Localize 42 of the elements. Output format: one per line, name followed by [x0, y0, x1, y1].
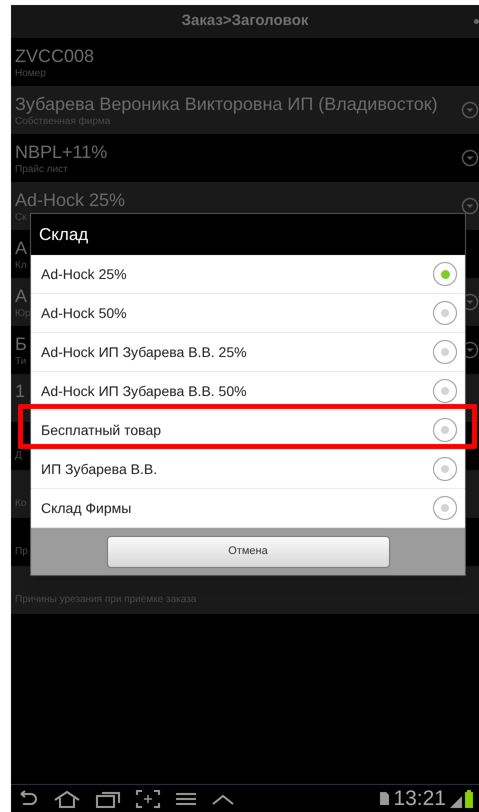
option-label: Бесплатный товар	[41, 420, 162, 440]
option-label: Ad-Hock ИП Зубарева В.В. 50%	[41, 382, 248, 401]
field-value: 1	[15, 380, 26, 402]
radio-button[interactable]	[433, 379, 457, 403]
radio-button[interactable]	[433, 496, 457, 520]
option-label: Ad-Hock ИП Зубарева В.В. 25%	[41, 342, 248, 362]
screenshot-icon[interactable]	[135, 790, 161, 808]
sim-card-icon	[380, 792, 390, 805]
field-value: ZVCC008	[15, 44, 94, 66]
field-label: Пр	[15, 544, 28, 558]
radio-button[interactable]	[433, 457, 457, 481]
field-value: Зубарева Вероника Викторовна ИП (Владивосток)	[15, 92, 438, 114]
field-label: Номер	[15, 66, 46, 80]
clock-time: 13:21	[393, 786, 446, 810]
field-label: Прайс лист	[15, 162, 68, 176]
radio-button[interactable]	[433, 418, 457, 442]
option-label: Ad-Hock 50%	[41, 304, 128, 322]
home-icon[interactable]	[53, 790, 81, 808]
option-label: Ad-Hock 25%	[41, 264, 128, 284]
battery-icon	[465, 790, 473, 808]
field-label: Д	[15, 448, 22, 462]
radio-button[interactable]	[433, 340, 457, 364]
option-label: ИП Зубарева В.В.	[41, 460, 158, 479]
radio-button[interactable]	[433, 262, 457, 286]
option-row[interactable]: ИП Зубарева В.В.	[31, 450, 465, 489]
option-row[interactable]: Склад Фирмы	[31, 489, 465, 528]
option-row[interactable]: Ad-Hock 50%	[31, 294, 465, 333]
field-label: Ти	[15, 354, 26, 368]
field-value: А	[15, 284, 28, 306]
signal-icon	[450, 796, 462, 808]
option-label: Склад Фирмы	[41, 498, 132, 518]
recent-apps-icon[interactable]	[95, 790, 121, 808]
field-value: Б	[15, 332, 27, 354]
option-row[interactable]: Ad-Hock ИП Зубарева В.В. 25%	[31, 333, 465, 372]
window-title: Заказ>Заголовок	[182, 11, 308, 32]
field-value: NBPL+11%	[15, 140, 108, 162]
cancel-button[interactable]: Отмена	[106, 536, 390, 568]
field-value: Ad-Hock 25%	[15, 188, 126, 210]
option-row[interactable]: Ad-Hock 25%	[31, 255, 465, 294]
field-value: А	[15, 236, 28, 258]
radio-button[interactable]	[433, 301, 457, 325]
field-label: Кл	[15, 258, 27, 272]
